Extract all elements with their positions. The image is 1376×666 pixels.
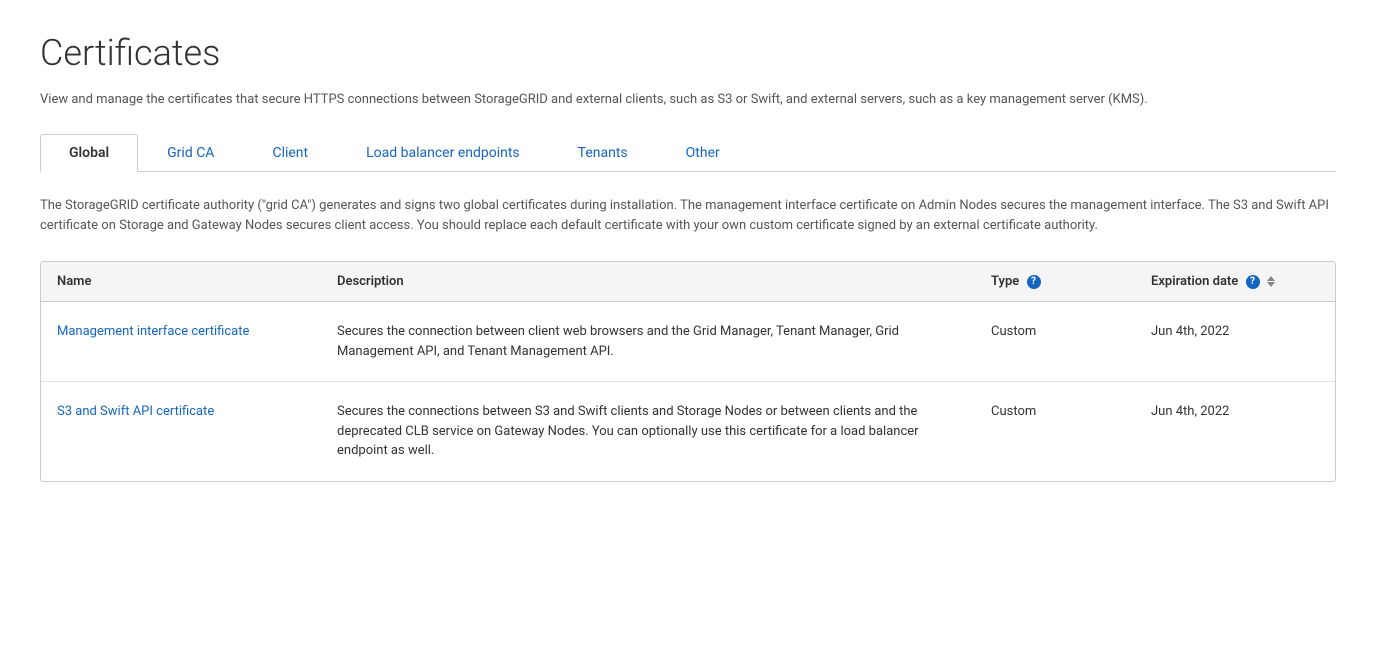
table-row: S3 and Swift API certificate Secures the… [41,382,1335,481]
certificates-table-container: Name Description Type ? Expiration date … [40,261,1336,482]
cert-description-s3: Secures the connections between S3 and S… [321,382,975,481]
tab-grid-ca[interactable]: Grid CA [138,134,243,171]
s3-cert-link[interactable]: S3 and Swift API certificate [57,404,214,419]
column-header-type: Type ? [975,262,1135,302]
tab-tenants[interactable]: Tenants [549,134,657,171]
expiration-help-icon[interactable]: ? [1246,275,1260,289]
page-description: View and manage the certificates that se… [40,90,1336,110]
column-header-description: Description [321,262,975,302]
cert-type-s3: Custom [975,382,1135,481]
cert-expiration-s3: Jun 4th, 2022 [1135,382,1335,481]
tab-client[interactable]: Client [243,134,337,171]
cert-expiration-management: Jun 4th, 2022 [1135,302,1335,382]
tab-load-balancer[interactable]: Load balancer endpoints [337,134,549,171]
column-header-name: Name [41,262,321,302]
column-header-expiration[interactable]: Expiration date ? [1135,262,1335,302]
table-row: Management interface certificate Secures… [41,302,1335,382]
table-header-row: Name Description Type ? Expiration date … [41,262,1335,302]
certificates-table: Name Description Type ? Expiration date … [41,262,1335,481]
type-help-icon[interactable]: ? [1027,275,1041,289]
tabs-container: Global Grid CA Client Load balancer endp… [40,134,1336,172]
page-title: Certificates [40,32,1336,74]
cert-name-s3: S3 and Swift API certificate [41,382,321,481]
cert-description-management: Secures the connection between client we… [321,302,975,382]
tab-other[interactable]: Other [657,134,749,171]
cert-type-management: Custom [975,302,1135,382]
management-cert-link[interactable]: Management interface certificate [57,324,249,339]
section-description: The StorageGRID certificate authority ("… [40,196,1336,238]
tab-global[interactable]: Global [40,134,138,172]
cert-name-management: Management interface certificate [41,302,321,382]
expiration-sort-icon[interactable] [1267,276,1275,287]
